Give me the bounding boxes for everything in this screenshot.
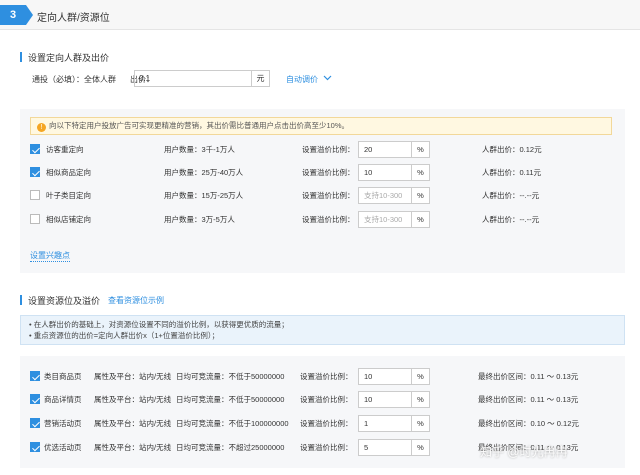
premium-ratio-input[interactable]: 10% [358,368,430,385]
bid-price-value[interactable]: 0.1 [135,71,251,86]
warning-text: 向以下特定用户投放广告可实现更精准的营销，其出价需比普通用户点击出价高至少10%… [49,121,350,130]
premium-ratio-input[interactable]: 支持10-300% [358,211,430,228]
premium-ratio-input[interactable]: 20% [358,141,430,158]
crowd-row: 访客重定向 用户数量：3千-1万人 设置溢价比例： 20% 人群出价：0.12元 [30,141,610,159]
resource-name: 营销活动页 [44,419,82,428]
resource-checkbox[interactable] [30,371,40,381]
premium-ratio-value[interactable]: 1 [359,416,411,431]
info-line: 在人群出价的基础上，对资源位设置不同的溢价比例，以获得更优质的流量； [29,319,624,330]
premium-ratio-value[interactable]: 20 [359,142,411,157]
percent-unit: % [411,369,429,384]
resource-section-title: 设置资源位及溢价 [20,294,100,307]
premium-ratio-input[interactable]: 支持10-300% [358,187,430,204]
premium-ratio-value[interactable]: 10 [359,369,411,384]
resource-traffic: 日均可竞流量：不低于50000000 [176,395,285,404]
premium-ratio-label: 设置溢价比例： [302,215,355,224]
crowd-checkbox[interactable] [30,214,40,224]
resource-platform: 属性及平台：站内/无线 [94,395,172,404]
resource-final-range: 最终出价区间：0.10 ～ 0.12元 [478,419,579,428]
crowd-checkbox[interactable] [30,167,40,177]
crowd-user-count: 用户数量：15万-25万人 [164,191,244,200]
step-title: 定向人群/资源位 [37,13,110,24]
crowd-name: 叶子类目定向 [46,191,91,200]
auto-bid-dropdown[interactable]: 自动调价 [286,74,332,85]
crowd-row: 叶子类目定向 用户数量：15万-25万人 设置溢价比例： 支持10-300% 人… [30,187,610,205]
premium-ratio-placeholder[interactable]: 支持10-300 [359,188,411,203]
crowd-final-bid: 人群出价：--.--元 [482,191,540,200]
premium-ratio-label: 设置溢价比例： [302,168,355,177]
percent-unit: % [411,212,429,227]
resource-row: 营销活动页 属性及平台：站内/无线 日均可竞流量：不低于100000000 设置… [30,415,620,433]
percent-unit: % [411,188,429,203]
resource-traffic: 日均可竞流量：不超过25000000 [176,443,285,452]
premium-ratio-label: 设置溢价比例： [302,145,355,154]
crowd-checkbox[interactable] [30,144,40,154]
premium-warning: ! 向以下特定用户投放广告可实现更精准的营销，其出价需比普通用户点击出价高至少10… [30,117,612,135]
info-line: 重点资源位的出价=定向人群出价x（1+位置溢价比例）； [29,330,624,341]
crowd-user-count: 用户数量：3千-1万人 [164,145,235,154]
set-interest-link[interactable]: 设置兴趣点 [30,250,70,262]
resource-traffic: 日均可竞流量：不低于50000000 [176,372,285,381]
resource-platform: 属性及平台：站内/无线 [94,372,172,381]
view-resource-example-link[interactable]: 查看资源位示例 [108,295,164,306]
warning-icon: ! [37,123,46,132]
general-bid-label: 通投（必填）：全体人群 [32,74,116,84]
crowd-row: 相似商品定向 用户数量：25万-40万人 设置溢价比例： 10% 人群出价：0.… [30,164,610,182]
crowd-row: 相似店铺定向 用户数量：3万-5万人 设置溢价比例： 支持10-300% 人群出… [30,211,610,229]
watermark: 知乎 @时光冉冉 [480,445,568,459]
resource-platform: 属性及平台：站内/无线 [94,419,172,428]
chevron-down-icon [323,75,332,81]
premium-ratio-label: 设置溢价比例： [300,372,353,381]
resource-name: 类目商品页 [44,372,82,381]
crowd-name: 访客重定向 [46,145,84,154]
crowd-user-count: 用户数量：3万-5万人 [164,215,235,224]
premium-ratio-input[interactable]: 10% [358,391,430,408]
step-header: 3 定向人群/资源位 [0,0,640,30]
resource-checkbox[interactable] [30,442,40,452]
percent-unit: % [411,142,429,157]
crowd-user-count: 用户数量：25万-40万人 [164,168,244,177]
premium-ratio-placeholder[interactable]: 支持10-300 [359,212,411,227]
premium-ratio-input[interactable]: 1% [358,415,430,432]
step-number-badge: 3 [0,5,33,25]
resource-name: 优选活动页 [44,443,82,452]
percent-unit: % [411,440,429,455]
crowd-final-bid: 人群出价：0.12元 [482,145,542,154]
crowd-checkbox[interactable] [30,190,40,200]
resource-name: 商品详情页 [44,395,82,404]
percent-unit: % [411,165,429,180]
premium-ratio-input[interactable]: 10% [358,164,430,181]
premium-ratio-value[interactable]: 10 [359,392,411,407]
percent-unit: % [411,392,429,407]
premium-ratio-label: 设置溢价比例： [302,191,355,200]
crowd-name: 相似店铺定向 [46,215,91,224]
premium-ratio-value[interactable]: 5 [359,440,411,455]
resource-row: 类目商品页 属性及平台：站内/无线 日均可竞流量：不低于50000000 设置溢… [30,368,620,386]
percent-unit: % [411,416,429,431]
resource-traffic: 日均可竞流量：不低于100000000 [176,419,289,428]
bid-unit: 元 [251,71,269,86]
crowd-final-bid: 人群出价：0.11元 [482,168,542,177]
resource-final-range: 最终出价区间：0.11 ～ 0.13元 [478,395,579,404]
premium-ratio-label: 设置溢价比例： [300,419,353,428]
premium-ratio-label: 设置溢价比例： [300,443,353,452]
resource-platform: 属性及平台：站内/无线 [94,443,172,452]
premium-ratio-value[interactable]: 10 [359,165,411,180]
resource-checkbox[interactable] [30,394,40,404]
auto-bid-label[interactable]: 自动调价 [286,75,318,84]
resource-checkbox[interactable] [30,418,40,428]
resource-row: 商品详情页 属性及平台：站内/无线 日均可竞流量：不低于50000000 设置溢… [30,391,620,409]
crowd-final-bid: 人群出价：--.--元 [482,215,540,224]
resource-final-range: 最终出价区间：0.11 ～ 0.13元 [478,372,579,381]
resource-info-box: 在人群出价的基础上，对资源位设置不同的溢价比例，以获得更优质的流量； 重点资源位… [20,315,625,345]
crowd-section-title: 设置定向人群及出价 [20,51,109,64]
bid-price-input[interactable]: 0.1 元 [134,70,270,87]
premium-ratio-input[interactable]: 5% [358,439,430,456]
crowd-name: 相似商品定向 [46,168,91,177]
premium-ratio-label: 设置溢价比例： [300,395,353,404]
